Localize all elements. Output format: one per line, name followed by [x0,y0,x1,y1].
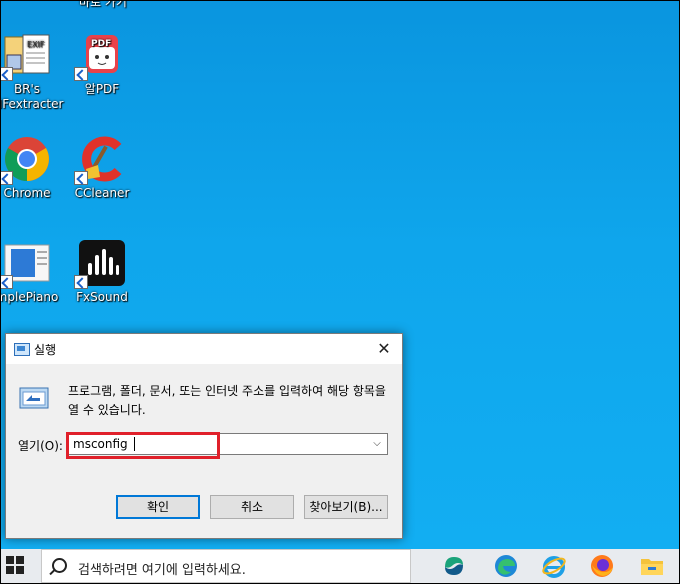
desktop-icon-exif[interactable]: EXIF BR's XIFextracter [1,31,65,112]
dialog-title: 실행 [34,343,57,357]
cancel-button[interactable]: 취소 [210,495,294,519]
screen: 바로 가기 EXIF BR's XIFextracter [0,0,680,584]
svg-text:PDF: PDF [91,39,111,49]
search-icon [52,558,67,573]
desktop-icon-ccleaner[interactable]: CCleaner [64,135,140,201]
svg-text:EXIF: EXIF [27,40,45,49]
run-dialog: 실행 ✕ 프로그램, 폴더, 문서, 또는 인터넷 주소를 입력하여 해당 항목… [5,333,403,539]
exif-extracter-icon: EXIF [1,31,51,81]
edge-icon[interactable] [493,553,519,579]
desktop-icon-label: 알PDF [84,82,120,96]
desktop-icon-simplepiano[interactable]: mplePiano [0,239,65,305]
dialog-titlebar[interactable]: 실행 ✕ [6,334,402,364]
file-explorer-icon[interactable] [639,553,665,579]
desktop-top-label-text: 바로 가기 [79,0,127,9]
start-icon[interactable] [5,555,25,575]
taskbar: 검색하려면 여기에 입력하세요. [1,549,679,583]
search-placeholder: 검색하려면 여기에 입력하세요. [78,563,246,578]
open-label: 열기(O): [18,439,63,453]
desktop-icon-alpdf[interactable]: PDF 알PDF [64,31,140,97]
ccleaner-icon [74,135,126,185]
copilot-icon[interactable] [441,553,467,579]
fxsound-icon [74,239,126,289]
browse-button[interactable]: 찾아보기(B)... [304,495,388,519]
taskbar-search[interactable]: 검색하려면 여기에 입력하세요. [41,549,411,583]
shortcut-arrow-icon [1,67,13,81]
highlight-box [66,432,220,459]
firefox-icon[interactable] [589,553,615,579]
desktop: 바로 가기 EXIF BR's XIFextracter [1,1,679,549]
run-program-icon [18,386,50,410]
desktop-icon-label: BR's [13,82,41,96]
chrome-icon [1,135,51,185]
chevron-down-icon[interactable]: ⌵ [369,435,385,453]
desktop-icon-label: CCleaner [74,186,130,200]
desktop-icon-label: FxSound [76,290,128,304]
dialog-description: 프로그램, 폴더, 문서, 또는 인터넷 주소를 입력하여 해당 항목을 열 수… [68,384,386,417]
ie-icon[interactable] [541,553,567,579]
shortcut-arrow-icon [1,275,13,289]
shortcut-arrow-icon [1,171,13,185]
desktop-icon-label: mplePiano [0,290,59,304]
run-title-icon [14,343,30,356]
ok-button[interactable]: 확인 [116,495,200,519]
dialog-body: 프로그램, 폴더, 문서, 또는 인터넷 주소를 입력하여 해당 항목을 열 수… [6,364,402,538]
shortcut-arrow-icon [74,275,88,289]
desktop-icon-chrome[interactable]: Chrome [1,135,65,201]
close-icon[interactable]: ✕ [374,339,394,359]
simplepiano-icon [1,239,51,289]
desktop-top-label: 바로 가기 [53,0,153,10]
alpdf-icon: PDF [74,31,126,81]
desktop-icon-label: Chrome [3,186,51,200]
shortcut-arrow-icon [74,67,88,81]
desktop-icon-label-2: XIFextracter [1,97,64,111]
desktop-icon-fxsound[interactable]: FxSound [64,239,140,305]
shortcut-arrow-icon [74,171,88,185]
